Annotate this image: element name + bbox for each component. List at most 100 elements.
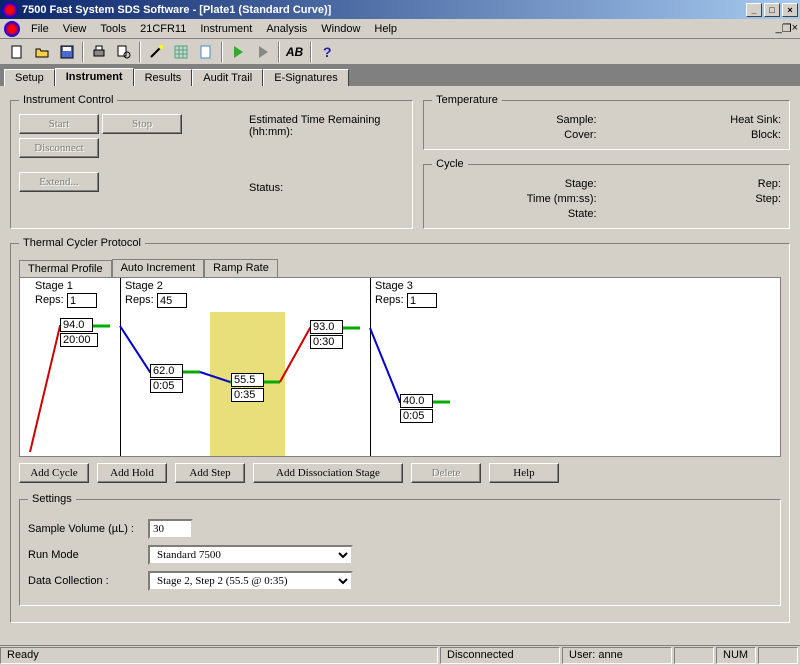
start-button[interactable]: Start <box>19 114 99 134</box>
mdi-restore-button[interactable]: ❐ <box>782 22 792 35</box>
menu-help[interactable]: Help <box>367 23 404 35</box>
preview-icon <box>116 44 132 60</box>
menu-analysis[interactable]: Analysis <box>259 23 314 35</box>
tab-audit-trail[interactable]: Audit Trail <box>192 69 263 86</box>
stage3-time-input[interactable] <box>400 409 433 423</box>
stage2-time2-input[interactable] <box>231 388 264 402</box>
status-connection: Disconnected <box>440 647 560 664</box>
stage1-reps-input[interactable] <box>67 293 97 308</box>
settings-group: Settings Sample Volume (µL) : Run Mode S… <box>19 493 781 606</box>
block-label: Block: <box>617 129 781 141</box>
analyze-icon <box>255 44 271 60</box>
run-button[interactable] <box>226 41 249 63</box>
svg-text:?: ? <box>323 44 332 60</box>
sample-volume-label: Sample Volume (µL) : <box>28 523 148 535</box>
stage3-temp-input[interactable] <box>400 394 433 408</box>
wizard-button[interactable] <box>144 41 167 63</box>
reps-label: Reps: <box>125 294 154 306</box>
help-button[interactable]: ? <box>315 41 338 63</box>
analyze-button[interactable] <box>251 41 274 63</box>
settings-legend: Settings <box>28 493 76 505</box>
tab-ramp-rate[interactable]: Ramp Rate <box>204 259 278 277</box>
print-icon <box>91 44 107 60</box>
doc-button[interactable] <box>194 41 217 63</box>
wand-icon <box>148 44 164 60</box>
stage2-time3-input[interactable] <box>310 335 343 349</box>
tab-thermal-profile[interactable]: Thermal Profile <box>19 260 112 278</box>
tab-auto-increment[interactable]: Auto Increment <box>112 259 205 277</box>
print-preview-button[interactable] <box>112 41 135 63</box>
stage3-reps-input[interactable] <box>407 293 437 308</box>
delete-button[interactable]: Delete <box>411 463 481 483</box>
stage3-label: Stage 3 <box>375 280 413 292</box>
menu-tools[interactable]: Tools <box>93 23 133 35</box>
run-mode-select[interactable]: Standard 7500 <box>148 545 353 565</box>
thermal-cycler-group: Thermal Cycler Protocol Thermal Profile … <box>10 237 790 623</box>
data-collection-select[interactable]: Stage 2, Step 2 (55.5 @ 0:35) <box>148 571 353 591</box>
thermal-profile-chart[interactable]: Stage 1 Reps: Stage 2 Reps: Stage 3 Reps… <box>19 277 781 457</box>
save-button[interactable] <box>55 41 78 63</box>
status-label: Status: <box>249 182 404 194</box>
cycle-legend: Cycle <box>432 158 468 170</box>
tab-e-signatures[interactable]: E-Signatures <box>263 69 349 86</box>
stop-button[interactable]: Stop <box>102 114 182 134</box>
stage2-reps-input[interactable] <box>157 293 187 308</box>
stage1-temp-input[interactable] <box>60 318 93 332</box>
add-hold-button[interactable]: Add Hold <box>97 463 167 483</box>
rep-label: Rep: <box>617 178 781 190</box>
protocol-tabs: Thermal Profile Auto Increment Ramp Rate <box>19 259 781 277</box>
mdi-close-button[interactable]: × <box>792 22 798 35</box>
add-step-button[interactable]: Add Step <box>175 463 245 483</box>
heatsink-label: Heat Sink: <box>617 114 781 126</box>
step-label: Step: <box>617 193 781 205</box>
close-button[interactable]: × <box>782 3 798 17</box>
stage-label: Stage: <box>432 178 596 190</box>
doc-icon <box>198 44 214 60</box>
state-label: State: <box>432 208 596 220</box>
open-button[interactable] <box>30 41 53 63</box>
menu-file[interactable]: File <box>24 23 56 35</box>
cover-label: Cover: <box>432 129 596 141</box>
cycle-group: Cycle Stage: Rep: Time (mm:ss): Step: St… <box>423 158 790 229</box>
open-icon <box>34 44 50 60</box>
window-title: 7500 Fast System SDS Software - [Plate1 … <box>22 4 744 16</box>
reps-label: Reps: <box>375 294 404 306</box>
add-cycle-button[interactable]: Add Cycle <box>19 463 89 483</box>
tab-setup[interactable]: Setup <box>4 69 55 86</box>
menu-21cfr11[interactable]: 21CFR11 <box>133 23 193 35</box>
stage2-time1-input[interactable] <box>150 379 183 393</box>
maximize-button[interactable]: □ <box>764 3 780 17</box>
minimize-button[interactable]: _ <box>746 3 762 17</box>
disconnect-button[interactable]: Disconnect <box>19 138 99 158</box>
time-label: Time (mm:ss): <box>432 193 596 205</box>
menu-window[interactable]: Window <box>314 23 367 35</box>
sample-label: Sample: <box>432 114 596 126</box>
stage1-time-input[interactable] <box>60 333 98 347</box>
add-dissociation-button[interactable]: Add Dissociation Stage <box>253 463 403 483</box>
temperature-legend: Temperature <box>432 94 502 106</box>
tab-results[interactable]: Results <box>134 69 193 86</box>
help-button[interactable]: Help <box>489 463 559 483</box>
new-icon <box>9 44 25 60</box>
stage1-label: Stage 1 <box>35 280 73 292</box>
main-tabstrip: Setup Instrument Results Audit Trail E-S… <box>0 65 800 86</box>
menu-view[interactable]: View <box>56 23 94 35</box>
grid-button[interactable] <box>169 41 192 63</box>
profile-svg <box>20 312 780 458</box>
instrument-control-legend: Instrument Control <box>19 94 117 106</box>
stage2-temp2-input[interactable] <box>231 373 264 387</box>
print-button[interactable] <box>87 41 110 63</box>
menu-instrument[interactable]: Instrument <box>193 23 259 35</box>
text-button[interactable]: AB <box>283 41 306 63</box>
stage2-label: Stage 2 <box>125 280 163 292</box>
new-button[interactable] <box>5 41 28 63</box>
instrument-control-group: Instrument Control Start Stop Disconnect… <box>10 94 413 229</box>
app-icon <box>2 2 18 18</box>
sample-volume-input[interactable] <box>148 519 193 539</box>
stage2-temp1-input[interactable] <box>150 364 183 378</box>
extend-button[interactable]: Extend... <box>19 172 99 192</box>
stage2-temp3-input[interactable] <box>310 320 343 334</box>
play-icon <box>230 44 246 60</box>
status-bar: Ready Disconnected User: anne NUM <box>0 645 800 665</box>
tab-instrument[interactable]: Instrument <box>55 68 134 86</box>
